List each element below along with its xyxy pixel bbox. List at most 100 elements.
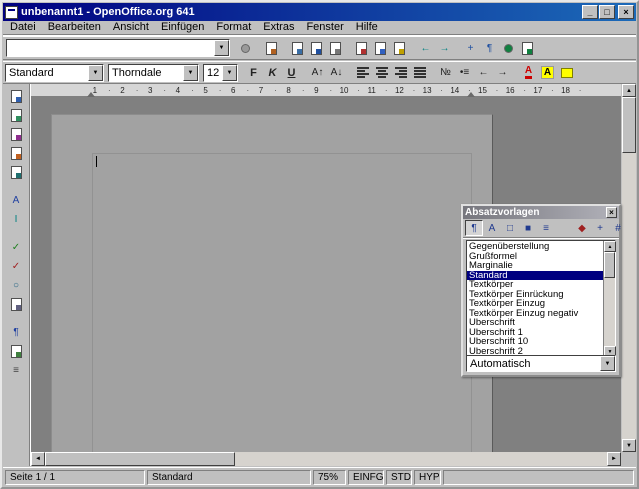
- font-size-combo[interactable]: 12 ▼: [203, 64, 238, 82]
- menu-item[interactable]: Ansicht: [107, 21, 155, 34]
- font-color-icon[interactable]: A: [519, 64, 538, 81]
- font-name-combo[interactable]: Thorndale ▼: [108, 64, 199, 82]
- style-scroll-thumb[interactable]: [604, 252, 615, 278]
- style-list-item[interactable]: Gegenüberstellung: [467, 242, 603, 252]
- print-icon[interactable]: [326, 40, 345, 57]
- menu-item[interactable]: Hilfe: [350, 21, 384, 34]
- chevron-down-icon[interactable]: ▼: [214, 40, 229, 56]
- paste-icon[interactable]: [390, 40, 409, 57]
- stylist-icon[interactable]: ¶: [480, 40, 499, 57]
- background-color-icon[interactable]: [557, 64, 576, 81]
- horizontal-scroll-thumb[interactable]: [45, 452, 235, 466]
- menu-item[interactable]: Format: [210, 21, 257, 34]
- autotext-icon[interactable]: A: [7, 192, 26, 209]
- status-filler-field[interactable]: [443, 470, 634, 485]
- highlighting-icon[interactable]: A: [538, 64, 557, 81]
- page-field[interactable]: Seite 1 / 1: [5, 470, 145, 485]
- hyperlink-mode-field[interactable]: HYP: [414, 470, 441, 485]
- titlebar[interactable]: unbenannt1 - OpenOffice.org 641 _ □ ×: [3, 3, 636, 21]
- align-justify-icon[interactable]: [410, 64, 429, 81]
- italic-icon[interactable]: K: [263, 64, 282, 81]
- direct-cursor-icon[interactable]: I: [7, 211, 26, 228]
- scroll-down-icon[interactable]: ▼: [622, 439, 636, 452]
- update-style-icon[interactable]: #: [609, 220, 627, 236]
- nonprinting-characters-icon[interactable]: ¶: [7, 324, 26, 341]
- paragraph-styles-icon[interactable]: ¶: [465, 220, 483, 236]
- save-document-icon[interactable]: [307, 40, 326, 57]
- style-list-item[interactable]: Marginalie: [467, 261, 603, 271]
- cut-icon[interactable]: [352, 40, 371, 57]
- online-layout-icon[interactable]: ≡: [7, 362, 26, 379]
- align-left-icon[interactable]: [353, 64, 372, 81]
- stylist-titlebar[interactable]: Absatzvorlagen ×: [463, 206, 619, 219]
- menu-item[interactable]: Fenster: [300, 21, 349, 34]
- horizontal-ruler[interactable]: 123456789101112131415161718: [31, 84, 621, 97]
- style-list-item[interactable]: Überschrift 1: [467, 328, 603, 338]
- bold-icon[interactable]: F: [244, 64, 263, 81]
- numbering-icon[interactable]: №: [436, 64, 455, 81]
- find-replace-icon[interactable]: ○: [7, 277, 26, 294]
- underline-icon[interactable]: U: [282, 64, 301, 81]
- form-functions-icon[interactable]: [7, 164, 26, 181]
- hyperlink-icon[interactable]: [499, 40, 518, 57]
- style-scroll-track[interactable]: [604, 252, 615, 346]
- stylist-close-icon[interactable]: ×: [606, 207, 617, 218]
- style-list-scrollbar[interactable]: ▲ ▼: [603, 241, 615, 357]
- chevron-down-icon[interactable]: ▼: [88, 65, 103, 81]
- edit-file-icon[interactable]: [262, 40, 281, 57]
- url-input[interactable]: [7, 40, 214, 56]
- insert-icon[interactable]: [7, 88, 26, 105]
- spellcheck-icon[interactable]: ✓: [7, 239, 26, 256]
- scroll-right-icon[interactable]: ►: [607, 452, 621, 466]
- style-list-item[interactable]: Textkörper Einrückung: [467, 290, 603, 300]
- gallery-icon[interactable]: [518, 40, 537, 57]
- page-styles-icon[interactable]: ■: [519, 220, 537, 236]
- menu-item[interactable]: Datei: [4, 21, 42, 34]
- vertical-scrollbar[interactable]: ▲ ▼: [622, 84, 636, 452]
- minimize-button[interactable]: _: [582, 5, 598, 19]
- separator[interactable]: [7, 230, 26, 237]
- vertical-scroll-track[interactable]: [622, 97, 636, 439]
- separator[interactable]: [346, 64, 353, 81]
- chevron-down-icon[interactable]: ▼: [600, 356, 615, 371]
- numbering-styles-icon[interactable]: ≡: [537, 220, 555, 236]
- auto-spellcheck-icon[interactable]: ✓: [7, 258, 26, 275]
- data-sources-icon[interactable]: [7, 296, 26, 313]
- chevron-down-icon[interactable]: ▼: [222, 65, 237, 81]
- page-style-field[interactable]: Standard: [147, 470, 311, 485]
- separator[interactable]: [409, 40, 416, 57]
- copy-icon[interactable]: [371, 40, 390, 57]
- url-combo[interactable]: ▼: [6, 39, 230, 57]
- menu-item[interactable]: Bearbeiten: [42, 21, 107, 34]
- navigator-icon[interactable]: +: [461, 40, 480, 57]
- horizontal-scrollbar[interactable]: ◄ ►: [31, 452, 621, 466]
- character-styles-icon[interactable]: A: [483, 220, 501, 236]
- style-list-item[interactable]: Textkörper Einzug negativ: [467, 309, 603, 319]
- vertical-scroll-thumb[interactable]: [622, 97, 636, 153]
- style-filter-combo[interactable]: Automatisch ▼: [466, 355, 616, 372]
- insert-mode-field[interactable]: EINFG: [348, 470, 384, 485]
- align-right-icon[interactable]: [391, 64, 410, 81]
- subscript-icon[interactable]: A↓: [327, 64, 346, 81]
- document-page[interactable]: [51, 114, 493, 452]
- stop-loading-icon[interactable]: [236, 40, 255, 57]
- style-list-item[interactable]: Überschrift: [467, 318, 603, 328]
- style-list-item[interactable]: Textkörper Einzug: [467, 299, 603, 309]
- new-document-icon[interactable]: [288, 40, 307, 57]
- fill-format-mode-icon[interactable]: ◆: [573, 220, 591, 236]
- frame-styles-icon[interactable]: □: [501, 220, 519, 236]
- superscript-icon[interactable]: A↑: [308, 64, 327, 81]
- redo-icon[interactable]: →: [435, 40, 454, 57]
- scroll-up-icon[interactable]: ▲: [622, 84, 636, 97]
- zoom-field[interactable]: 75%: [313, 470, 346, 485]
- scroll-left-icon[interactable]: ◄: [31, 452, 45, 466]
- separator[interactable]: [7, 183, 26, 190]
- style-list-item[interactable]: Überschrift 10: [467, 337, 603, 347]
- separator[interactable]: [555, 220, 573, 236]
- separator[interactable]: [512, 64, 519, 81]
- horizontal-scroll-track[interactable]: [45, 452, 607, 466]
- new-style-from-selection-icon[interactable]: +: [591, 220, 609, 236]
- style-list-item[interactable]: Standard: [467, 271, 603, 281]
- scroll-up-icon[interactable]: ▲: [604, 241, 616, 252]
- decrease-indent-icon[interactable]: ←: [474, 64, 493, 81]
